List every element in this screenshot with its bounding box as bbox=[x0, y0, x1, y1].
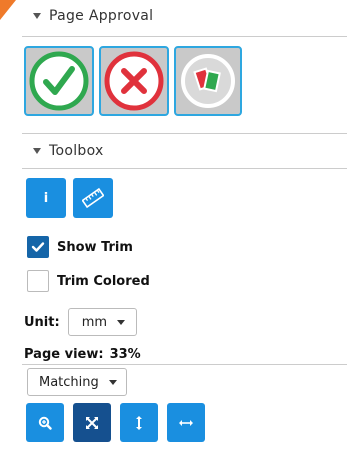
show-trim-option[interactable]: Show Trim bbox=[27, 236, 133, 258]
zoom-button[interactable] bbox=[26, 403, 64, 442]
ruler-button[interactable] bbox=[73, 178, 113, 218]
reject-x-icon bbox=[104, 51, 164, 111]
reset-cards-icon bbox=[181, 54, 235, 108]
ruler-icon bbox=[82, 187, 104, 209]
page-approval-header[interactable]: Page Approval bbox=[33, 8, 153, 24]
approve-button[interactable] bbox=[24, 46, 94, 116]
info-icon: i bbox=[43, 190, 49, 206]
page-view-value: 33% bbox=[109, 347, 141, 362]
view-buttons bbox=[26, 403, 205, 442]
show-trim-checkbox[interactable] bbox=[27, 236, 49, 258]
divider bbox=[22, 364, 347, 365]
zoom-magnifier-icon bbox=[38, 416, 52, 430]
divider bbox=[22, 133, 347, 134]
expand-arrows-icon bbox=[86, 416, 98, 429]
trim-colored-option[interactable]: Trim Colored bbox=[27, 270, 150, 292]
vertical-arrows-icon bbox=[136, 415, 142, 430]
unit-select[interactable]: mm bbox=[67, 308, 138, 336]
info-button[interactable]: i bbox=[26, 178, 66, 218]
checkmark-icon bbox=[31, 242, 45, 252]
fit-width-button[interactable] bbox=[167, 403, 205, 442]
matching-select[interactable]: Matching bbox=[27, 368, 127, 396]
trim-colored-checkbox[interactable] bbox=[27, 270, 49, 292]
corner-flag bbox=[0, 0, 16, 20]
fit-page-button[interactable] bbox=[73, 403, 111, 442]
horizontal-arrows-icon bbox=[179, 419, 193, 426]
collapse-triangle-icon bbox=[33, 148, 41, 154]
reject-button[interactable] bbox=[99, 46, 169, 116]
page-view-label: Page view: bbox=[24, 347, 104, 362]
fit-height-button[interactable] bbox=[120, 403, 158, 442]
chevron-down-icon bbox=[108, 379, 117, 385]
divider bbox=[22, 168, 347, 169]
toolbox-tools: i bbox=[26, 178, 113, 218]
page-approval-title: Page Approval bbox=[49, 8, 154, 24]
toolbox-title: Toolbox bbox=[49, 143, 104, 159]
show-trim-label: Show Trim bbox=[57, 239, 133, 255]
unit-value: mm bbox=[81, 314, 108, 330]
chevron-down-icon bbox=[117, 319, 126, 325]
unit-row: Unit: mm bbox=[24, 308, 138, 336]
reset-approval-button[interactable] bbox=[174, 46, 242, 116]
approval-buttons bbox=[24, 46, 242, 116]
approve-check-icon bbox=[29, 51, 89, 111]
unit-label: Unit: bbox=[24, 314, 60, 330]
page-view-readout: Page view: 33% bbox=[24, 347, 141, 362]
collapse-triangle-icon bbox=[33, 13, 41, 19]
toolbox-header[interactable]: Toolbox bbox=[33, 143, 104, 159]
matching-value: Matching bbox=[39, 374, 99, 390]
divider bbox=[22, 36, 347, 37]
trim-colored-label: Trim Colored bbox=[57, 273, 150, 289]
